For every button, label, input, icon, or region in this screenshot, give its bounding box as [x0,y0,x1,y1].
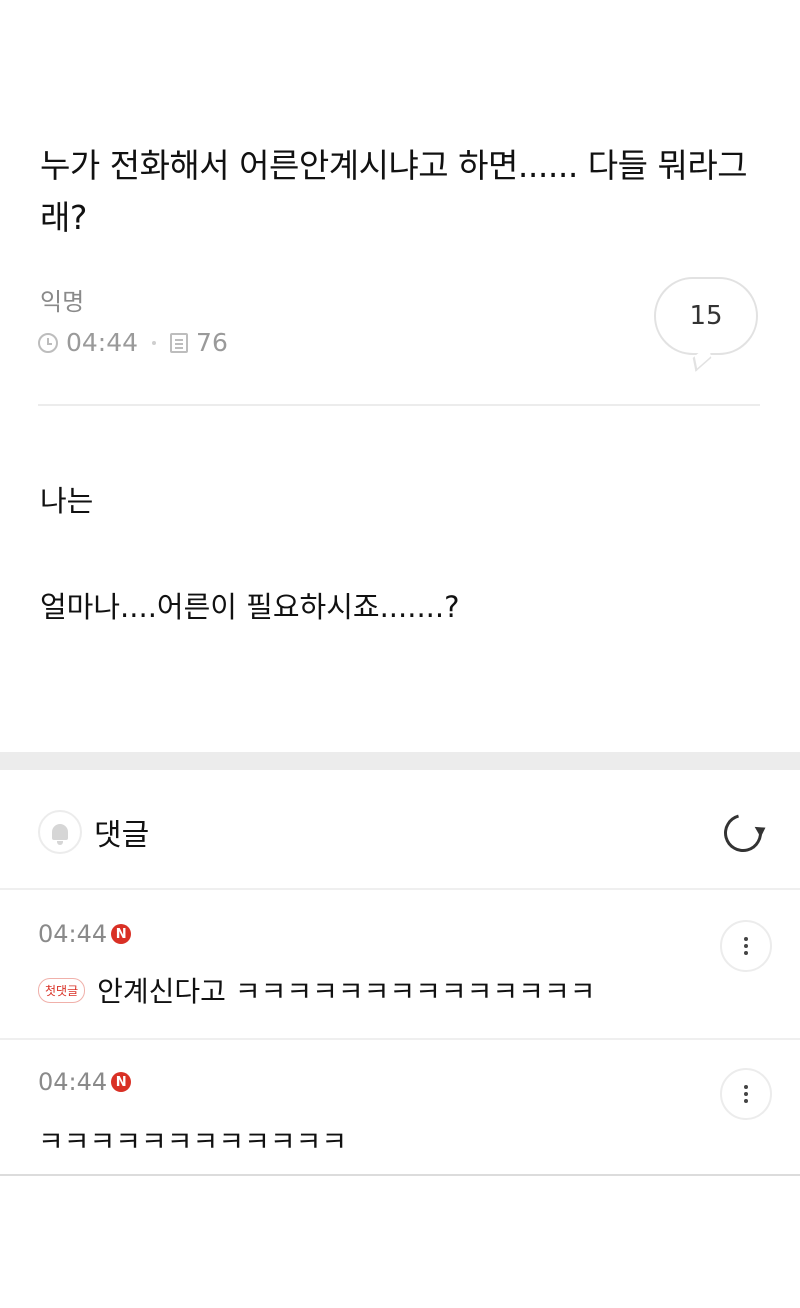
post-title: 누가 전화해서 어른안계시냐고 하면...... 다들 뭐라그래? [40,146,748,237]
post-body-line-1: 나는 [40,484,94,518]
new-badge: N [111,924,132,944]
post-header: 누가 전화해서 어른안계시냐고 하면...... 다들 뭐라그래? [40,140,760,244]
header-divider [38,404,760,406]
comment-item: 04:44 N 첫댓글 안계신다고 ㅋㅋㅋㅋㅋㅋㅋㅋㅋㅋㅋㅋㅋㅋ [0,890,800,1038]
comment-item: 04:44 N ㅋㅋㅋㅋㅋㅋㅋㅋㅋㅋㅋㅋ [0,1040,800,1174]
comments-header: 댓글 [38,810,149,854]
comment-time: 04:44 [38,920,108,948]
section-separator [0,752,800,770]
post-author[interactable]: 익명 [40,282,84,317]
more-dot [744,1092,748,1096]
comment-text-row: 첫댓글 안계신다고 ㅋㅋㅋㅋㅋㅋㅋㅋㅋㅋㅋㅋㅋㅋ [38,970,595,1010]
more-vertical-icon [744,1085,748,1089]
document-icon [170,332,189,353]
meta-separator [152,340,157,345]
post-meta: 04:44 76 [38,328,228,357]
comment-more-button[interactable] [720,1068,772,1120]
comment-more-button[interactable] [720,920,772,972]
more-dot [744,951,748,955]
view-count: 76 [196,328,228,357]
comments-title: 댓글 [94,818,150,853]
comment-text-row: ㅋㅋㅋㅋㅋㅋㅋㅋㅋㅋㅋㅋ [38,1120,347,1160]
comment-time: 04:44 [38,1068,108,1096]
comment-text: 안계신다고 ㅋㅋㅋㅋㅋㅋㅋㅋㅋㅋㅋㅋㅋㅋ [97,975,596,1008]
more-dot [744,944,748,948]
post-body-line-2: 얼마나....어른이 필요하시죠.......? [40,590,460,624]
comments-end-divider [0,1174,800,1176]
notification-toggle[interactable] [38,810,82,854]
comment-time-row: 04:44 N [38,1068,132,1096]
new-badge: N [111,1072,132,1092]
more-vertical-icon [744,937,748,941]
more-dot [744,1099,748,1103]
clock-icon [38,332,58,353]
comment-text: ㅋㅋㅋㅋㅋㅋㅋㅋㅋㅋㅋㅋ [38,1125,348,1158]
bell-icon [52,824,68,845]
comment-count-bubble[interactable]: 15 [654,277,758,355]
comment-count: 15 [689,301,723,331]
comment-time-row: 04:44 N [38,920,132,948]
first-comment-badge: 첫댓글 [38,977,86,1003]
post-time: 04:44 [66,328,139,357]
refresh-icon[interactable] [717,807,769,859]
